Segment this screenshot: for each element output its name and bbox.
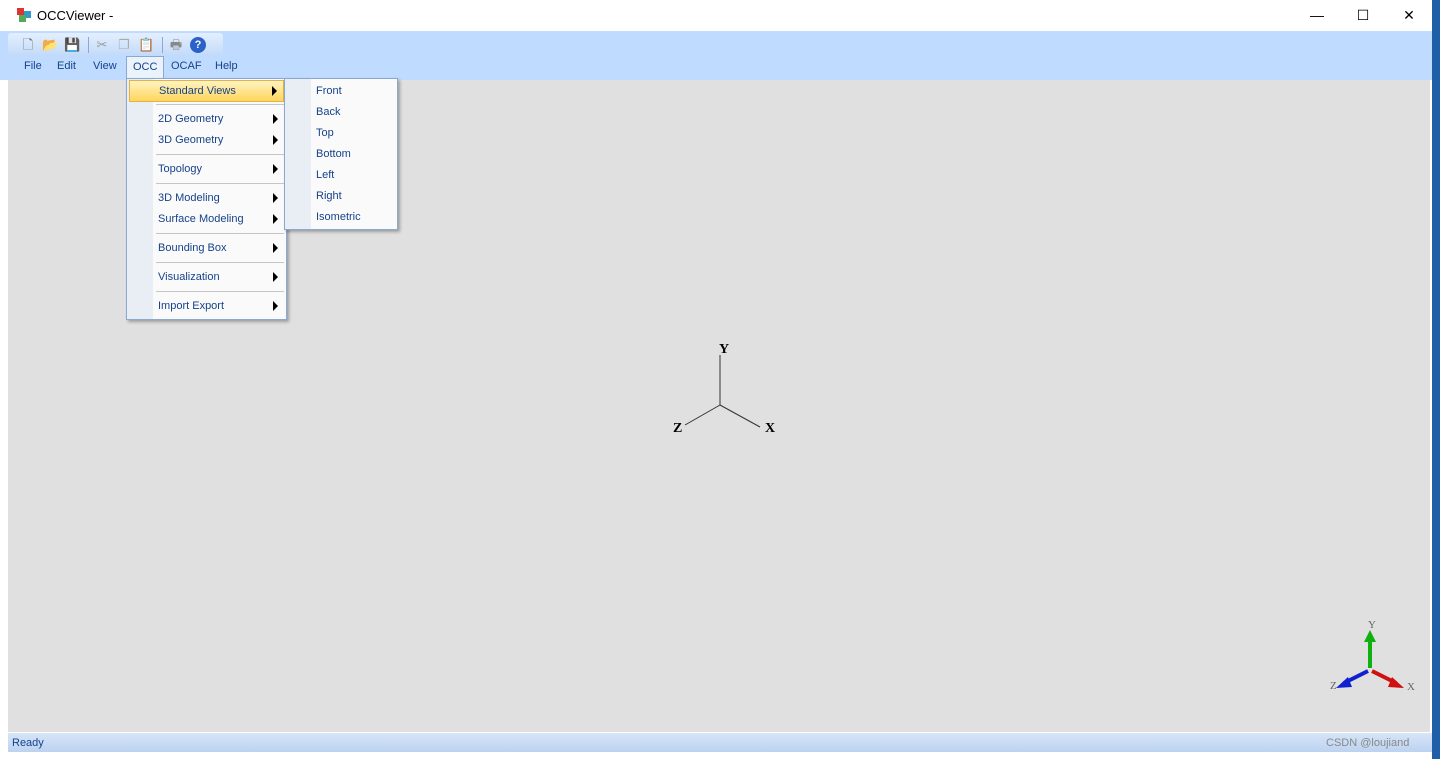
- menu-item-2d-geometry[interactable]: 2D Geometry: [129, 109, 284, 129]
- view-top[interactable]: Top: [287, 123, 395, 143]
- app-window: OCCViewer - — ☐ ✕ 🗋 📂 💾 ✂ ❐ 📋 🖶 ? File E…: [0, 0, 1432, 759]
- menu-item-label: Top: [316, 127, 334, 139]
- minimize-button[interactable]: —: [1294, 0, 1340, 31]
- menu-item-import-export[interactable]: Import Export: [129, 296, 284, 316]
- view-front[interactable]: Front: [287, 81, 395, 101]
- app-icon: [17, 8, 31, 22]
- menu-ocaf[interactable]: OCAF: [165, 56, 208, 77]
- submenu-arrow-icon: [273, 193, 278, 203]
- submenu-arrow-icon: [273, 243, 278, 253]
- menu-item-label: Isometric: [316, 211, 361, 223]
- window-title: OCCViewer -: [37, 8, 114, 23]
- open-folder-icon[interactable]: 📂: [42, 37, 58, 53]
- paste-icon[interactable]: 📋: [138, 37, 154, 53]
- menu-occ[interactable]: OCC: [126, 56, 165, 78]
- menu-item-label: Left: [316, 169, 335, 181]
- menu-item-label: Visualization: [158, 271, 220, 283]
- menu-item-label: 3D Modeling: [158, 192, 220, 204]
- triedron-z-label: Z: [1330, 680, 1337, 692]
- menu-item-label: Standard Views: [159, 85, 236, 97]
- submenu-arrow-icon: [273, 135, 278, 145]
- menu-item-label: 2D Geometry: [158, 113, 224, 125]
- view-right[interactable]: Right: [287, 186, 395, 206]
- menu-file[interactable]: File: [18, 56, 48, 77]
- view-left[interactable]: Left: [287, 165, 395, 185]
- menu-item-label: 3D Geometry: [158, 134, 224, 146]
- menu-item-3d-geometry[interactable]: 3D Geometry: [129, 130, 284, 150]
- menu-help[interactable]: Help: [209, 56, 244, 77]
- menu-item-label: Topology: [158, 163, 203, 175]
- menu-item-label: Front: [316, 85, 342, 97]
- view-bottom[interactable]: Bottom: [287, 144, 395, 164]
- watermark: CSDN @loujiand: [1326, 737, 1410, 749]
- menu-item-3d-modeling[interactable]: 3D Modeling: [129, 188, 284, 208]
- axis-z-label: Z: [673, 421, 682, 436]
- menu-item-topology[interactable]: Topology: [129, 159, 284, 179]
- submenu-arrow-icon: [272, 86, 277, 96]
- triedron-x-label: X: [1407, 681, 1415, 693]
- view-triedron: Y X Z: [1330, 619, 1415, 693]
- menu-item-visualization[interactable]: Visualization: [129, 267, 284, 287]
- submenu-arrow-icon: [273, 301, 278, 311]
- menu-item-bounding-box[interactable]: Bounding Box: [129, 238, 284, 258]
- menu-item-surface-modeling[interactable]: Surface Modeling: [129, 209, 284, 229]
- axis-y-label: Y: [719, 342, 729, 357]
- standard-views-submenu: Front Back Top Bottom Left Right Isometr…: [284, 78, 398, 230]
- menu-item-label: Back: [316, 106, 341, 118]
- menu-item-label: Bottom: [316, 148, 351, 160]
- status-bar: Ready CSDN @loujiand: [8, 733, 1432, 752]
- title-bar: OCCViewer - — ☐ ✕: [0, 0, 1432, 31]
- occ-dropdown-menu: Standard Views 2D Geometry 3D Geometry T…: [126, 78, 287, 320]
- menu-item-label: Import Export: [158, 300, 225, 312]
- new-file-icon[interactable]: 🗋: [20, 37, 36, 53]
- help-icon[interactable]: ?: [190, 37, 206, 53]
- submenu-arrow-icon: [273, 164, 278, 174]
- submenu-arrow-icon: [273, 272, 278, 282]
- view-isometric[interactable]: Isometric: [287, 207, 395, 227]
- submenu-arrow-icon: [273, 214, 278, 224]
- view-back[interactable]: Back: [287, 102, 395, 122]
- copy-icon[interactable]: ❐: [116, 37, 132, 53]
- menu-item-standard-views[interactable]: Standard Views: [129, 80, 284, 102]
- menu-item-label: Bounding Box: [158, 242, 227, 254]
- triedron-y-label: Y: [1368, 619, 1376, 631]
- status-text: Ready: [12, 737, 44, 749]
- save-icon[interactable]: 💾: [64, 37, 80, 53]
- print-icon[interactable]: 🖶: [168, 37, 184, 53]
- axis-x-label: X: [765, 421, 775, 436]
- menu-item-label: Right: [316, 190, 342, 202]
- menu-item-label: Surface Modeling: [158, 213, 244, 225]
- cut-icon[interactable]: ✂: [94, 37, 110, 53]
- close-button[interactable]: ✕: [1386, 0, 1432, 31]
- menu-edit[interactable]: Edit: [51, 56, 82, 77]
- menu-view[interactable]: View: [87, 56, 123, 77]
- maximize-button[interactable]: ☐: [1340, 0, 1386, 31]
- submenu-arrow-icon: [273, 114, 278, 124]
